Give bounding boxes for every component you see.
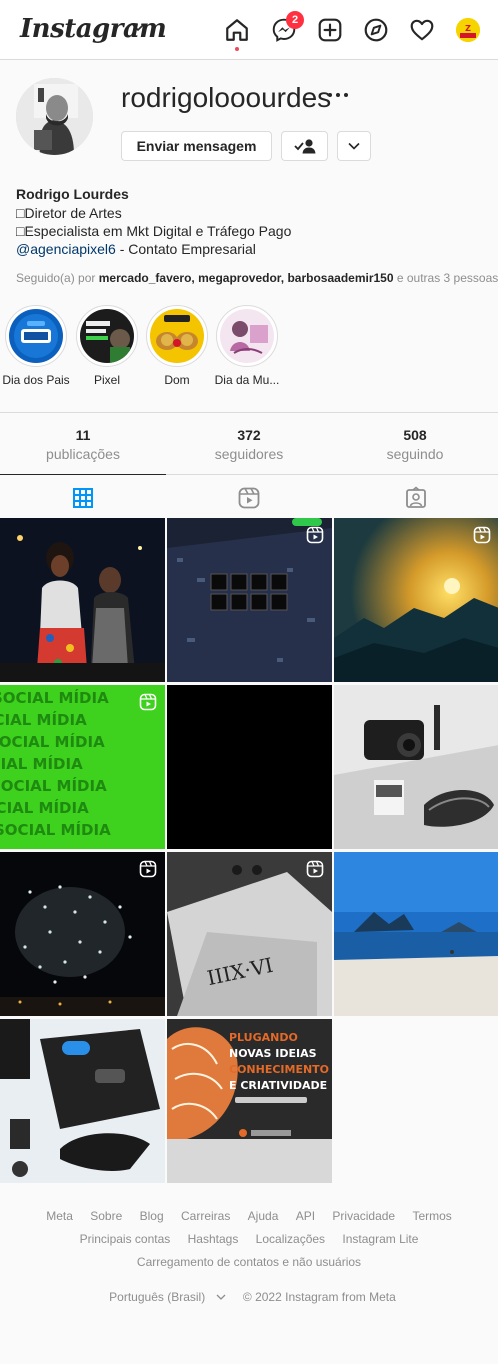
footer-link[interactable]: Ajuda (248, 1209, 279, 1223)
post-thumbnail[interactable] (334, 685, 498, 849)
post-thumbnail[interactable]: IIIX·VI (167, 852, 332, 1016)
profile-avatar (16, 78, 93, 155)
footer-link[interactable]: API (296, 1209, 315, 1223)
highlight-cover (9, 309, 63, 363)
activity-heart-icon[interactable] (409, 17, 435, 43)
svg-text:CONHECIMENTO: CONHECIMENTO (229, 1063, 329, 1076)
explore-icon[interactable] (363, 17, 389, 43)
more-options-icon[interactable] (326, 88, 350, 102)
new-post-icon[interactable] (317, 17, 343, 43)
footer-link[interactable]: Carregamento de contatos e não usuários (137, 1255, 361, 1269)
svg-text:SOCIAL MÍDIA: SOCIAL MÍDIA (0, 798, 89, 817)
highlight-label: Dia da Mu... (214, 373, 280, 387)
footer-link[interactable]: Blog (140, 1209, 164, 1223)
send-message-button[interactable]: Enviar mensagem (121, 131, 272, 161)
footer-link[interactable]: Hashtags (188, 1232, 239, 1246)
person-check-icon (293, 139, 315, 154)
post-thumbnail[interactable]: PLUGANDO NOVAS IDEIAS CONHECIMENTO E CRI… (167, 1019, 332, 1183)
copyright-text: © 2022 Instagram from Meta (242, 1290, 396, 1304)
story-highlight[interactable]: Dia da Mu... (215, 305, 279, 387)
story-highlight[interactable]: Dom (146, 305, 208, 387)
footer-link[interactable]: Privacidade (332, 1209, 395, 1223)
svg-text:SOCIAL MÍDIA: SOCIAL MÍDIA (0, 754, 83, 773)
post-thumbnail[interactable] (167, 518, 332, 682)
post-thumbnail[interactable] (0, 852, 165, 1016)
reel-icon (306, 526, 324, 544)
story-highlight[interactable]: Dia dos Pais (2, 305, 70, 387)
following-stat[interactable]: 508 seguindo (332, 427, 498, 462)
reel-icon (139, 693, 157, 711)
profile-tabs (0, 474, 498, 518)
post-thumbnail[interactable] (334, 852, 498, 1016)
footer-link[interactable]: Sobre (90, 1209, 122, 1223)
language-selector[interactable]: Português (Brasil) (102, 1290, 226, 1304)
followed-by-text[interactable]: Seguido(a) por mercado_favero, megaprove… (16, 271, 498, 285)
footer-links: Meta Sobre Blog Carreiras Ajuda API Priv… (0, 1209, 498, 1223)
profile-avatar-icon[interactable]: Z (456, 18, 480, 42)
profile-username: rodrigolooourdes (121, 82, 332, 113)
footer-links: Carregamento de contatos e não usuários (0, 1255, 498, 1269)
bio-link-line: @agenciapixel6 - Contato Empresarial (16, 241, 256, 257)
top-navigation-bar: Instagram 2 Z (0, 0, 498, 60)
active-tab-indicator (0, 474, 166, 475)
svg-text:Z: Z (465, 24, 471, 33)
posts-stat: 11 publicações (46, 427, 120, 462)
svg-text:PLUGANDO: PLUGANDO (229, 1031, 298, 1044)
svg-text:SOCIAL MÍDIA: SOCIAL MÍDIA (0, 820, 111, 839)
footer-link[interactable]: Carreiras (181, 1209, 230, 1223)
footer-meta: Português (Brasil) © 2022 Instagram from… (0, 1290, 498, 1304)
active-indicator (235, 47, 239, 51)
footer-links: Principais contas Hashtags Localizações … (0, 1232, 498, 1246)
followers-stat[interactable]: 372 seguidores (166, 427, 332, 462)
svg-text:SOCIAL MÍDIA: SOCIAL MÍDIA (0, 688, 109, 707)
footer-link[interactable]: Principais contas (80, 1232, 171, 1246)
profile-full-name: Rodrigo Lourdes (16, 186, 129, 202)
highlight-cover (80, 309, 134, 363)
bio-line: - Contato Empresarial (115, 241, 256, 257)
home-icon[interactable] (224, 17, 250, 43)
post-thumbnail[interactable] (0, 518, 165, 682)
bio-mention-link[interactable]: @agenciapixel6 (16, 241, 116, 257)
chevron-down-icon (216, 1294, 226, 1300)
highlight-cover (150, 309, 204, 363)
post-thumbnail[interactable] (167, 685, 332, 849)
svg-text:SOCIAL MÍDIA: SOCIAL MÍDIA (0, 776, 107, 795)
bio-line: □Diretor de Artes (16, 205, 122, 221)
svg-text:NOVAS IDEIAS: NOVAS IDEIAS (229, 1047, 317, 1060)
highlight-cover (220, 309, 274, 363)
post-thumbnail[interactable] (0, 1019, 165, 1183)
grid-icon[interactable] (71, 486, 95, 510)
svg-text:SOCIAL MÍDIA: SOCIAL MÍDIA (0, 732, 105, 751)
post-thumbnail[interactable]: SOCIAL MÍDIA SOCIAL MÍDIA SOCIAL MÍDIA S… (0, 685, 165, 849)
reel-icon (473, 526, 491, 544)
followed-by-users: mercado_favero, megaprovedor, barbosaade… (98, 271, 394, 285)
following-button[interactable] (281, 131, 328, 161)
reel-icon (139, 860, 157, 878)
post-thumbnail[interactable] (334, 518, 498, 682)
svg-text:E CRIATIVIDADE: E CRIATIVIDADE (229, 1079, 327, 1092)
bio-line: □Especialista em Mkt Digital e Tráfego P… (16, 223, 292, 239)
story-highlight[interactable]: Pixel (76, 305, 138, 387)
chevron-down-icon[interactable] (131, 20, 145, 34)
tagged-icon[interactable] (404, 486, 428, 510)
chevron-down-icon (348, 142, 360, 150)
footer-link[interactable]: Termos (412, 1209, 451, 1223)
profile-stats: 11 publicações 372 seguidores 508 seguin… (0, 412, 498, 475)
reels-icon[interactable] (237, 486, 261, 510)
svg-text:SOCIAL MÍDIA: SOCIAL MÍDIA (0, 710, 87, 729)
messages-badge: 2 (286, 11, 304, 29)
footer-link[interactable]: Instagram Lite (342, 1232, 418, 1246)
footer-link[interactable]: Localizações (256, 1232, 325, 1246)
reel-icon (306, 860, 324, 878)
suggestions-dropdown-button[interactable] (337, 131, 371, 161)
footer-link[interactable]: Meta (46, 1209, 73, 1223)
